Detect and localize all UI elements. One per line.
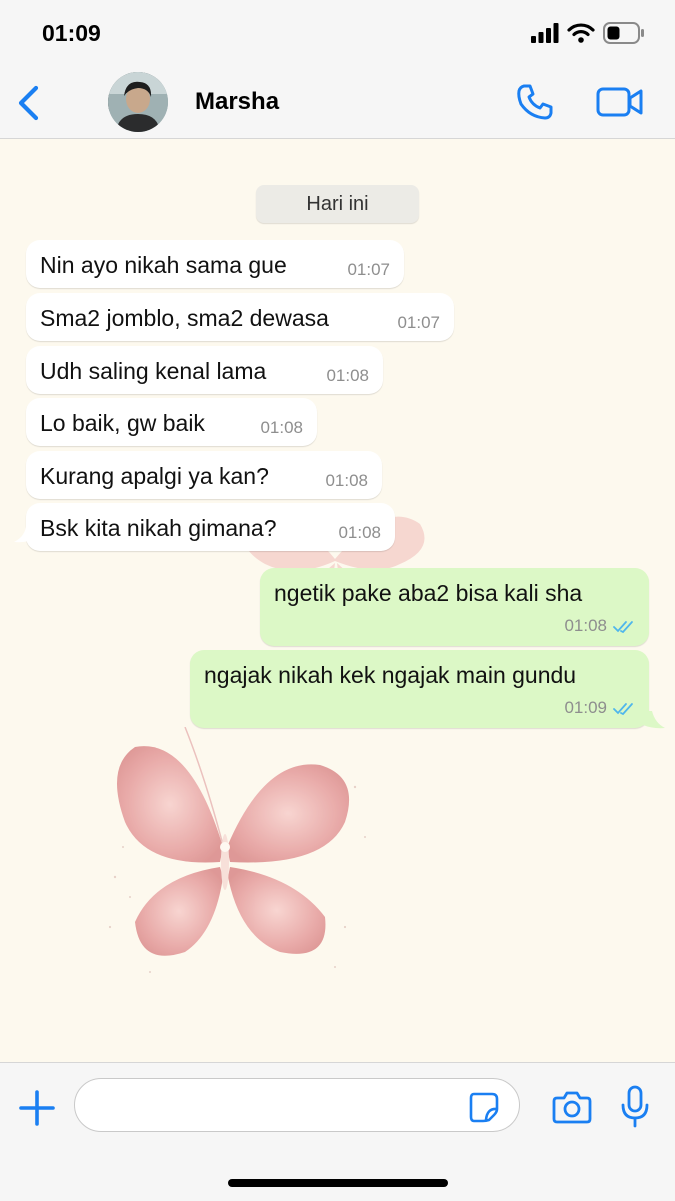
message-time: 01:08 bbox=[338, 523, 381, 542]
outgoing-message[interactable]: ngetik pake aba2 bisa kali sha 01:08 bbox=[260, 568, 649, 646]
incoming-message[interactable]: Nin ayo nikah sama gue 01:07 bbox=[26, 240, 404, 288]
read-receipt-icon bbox=[613, 703, 633, 716]
message-time: 01:08 bbox=[326, 366, 369, 385]
chevron-left-icon[interactable] bbox=[12, 82, 46, 124]
wifi-icon bbox=[567, 23, 595, 43]
status-time: 01:09 bbox=[42, 20, 101, 46]
outgoing-message[interactable]: ngajak nikah kek ngajak main gundu 01:09 bbox=[190, 650, 649, 728]
date-label: Hari ini bbox=[256, 185, 419, 223]
message-time: 01:08 bbox=[260, 418, 303, 437]
incoming-message[interactable]: Kurang apalgi ya kan? 01:08 bbox=[26, 451, 382, 499]
message-time: 01:09 bbox=[564, 698, 607, 717]
avatar[interactable] bbox=[108, 72, 168, 132]
avatar-photo bbox=[108, 72, 168, 132]
message-time: 01:08 bbox=[325, 471, 368, 490]
butterfly-wallpaper bbox=[108, 727, 366, 973]
bubble-tail bbox=[14, 527, 34, 543]
phone-icon[interactable] bbox=[515, 82, 555, 122]
home-indicator bbox=[228, 1179, 448, 1187]
message-text: ngajak nikah kek ngajak main gundu bbox=[204, 662, 577, 688]
message-time: 01:07 bbox=[347, 260, 390, 279]
message-time: 01:08 bbox=[564, 616, 607, 635]
incoming-message[interactable]: Lo baik, gw baik 01:08 bbox=[26, 398, 317, 446]
sticker-icon[interactable] bbox=[468, 1091, 500, 1123]
incoming-message[interactable]: Bsk kita nikah gimana? 01:08 bbox=[26, 503, 395, 551]
camera-icon[interactable] bbox=[552, 1089, 592, 1125]
message-input[interactable] bbox=[74, 1078, 520, 1132]
chat-area: Hari ini Nin ayo nikah sama gue 01:07 Sm… bbox=[0, 139, 675, 1061]
message-text: ngetik pake aba2 bisa kali sha bbox=[274, 580, 583, 606]
message-text: Udh saling kenal lama bbox=[40, 358, 267, 384]
message-text: Lo baik, gw baik bbox=[40, 410, 205, 436]
microphone-icon[interactable] bbox=[620, 1085, 650, 1129]
chat-header: Marsha bbox=[0, 68, 675, 139]
message-time: 01:07 bbox=[397, 313, 440, 332]
status-bar: 01:09 bbox=[0, 0, 675, 68]
video-camera-icon[interactable] bbox=[596, 84, 644, 120]
signal-icon bbox=[531, 23, 559, 43]
bubble-tail bbox=[643, 711, 665, 729]
message-text: Nin ayo nikah sama gue bbox=[40, 252, 287, 278]
read-receipt-icon bbox=[613, 621, 633, 634]
message-text: Kurang apalgi ya kan? bbox=[40, 463, 269, 489]
incoming-message[interactable]: Udh saling kenal lama 01:08 bbox=[26, 346, 383, 394]
message-text: Bsk kita nikah gimana? bbox=[40, 515, 277, 541]
plus-icon[interactable] bbox=[18, 1089, 56, 1127]
message-composer bbox=[0, 1062, 675, 1201]
status-icons bbox=[531, 22, 645, 44]
incoming-message[interactable]: Sma2 jomblo, sma2 dewasa 01:07 bbox=[26, 293, 454, 341]
message-text: Sma2 jomblo, sma2 dewasa bbox=[40, 305, 329, 331]
battery-icon bbox=[603, 22, 644, 44]
contact-name[interactable]: Marsha bbox=[195, 88, 279, 116]
